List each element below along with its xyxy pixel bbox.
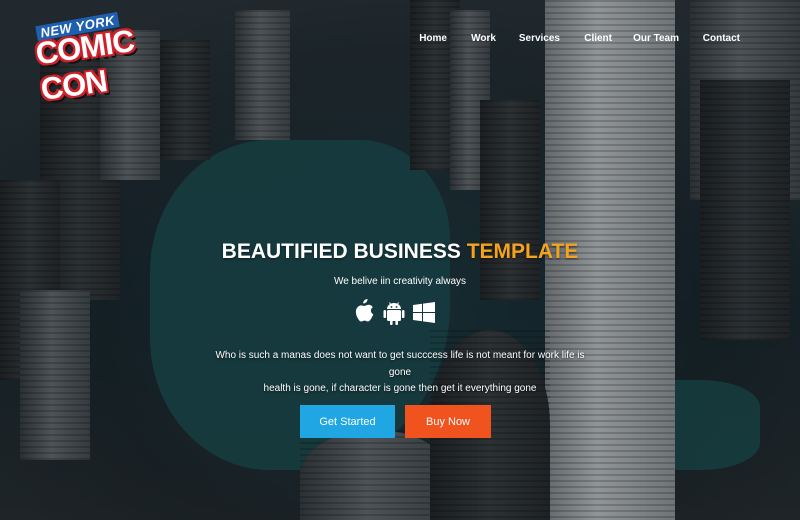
- hero-title: BEAUTIFIED BUSINESS TEMPLATE: [0, 240, 800, 264]
- nav-home[interactable]: Home: [419, 33, 447, 44]
- windows-icon[interactable]: [412, 297, 436, 329]
- hero-title-main: BEAUTIFIED BUSINESS: [221, 240, 461, 263]
- apple-icon[interactable]: [352, 297, 376, 329]
- buy-now-button[interactable]: Buy Now: [405, 405, 491, 438]
- hero-description-line: Who is such a manas does not want to get…: [215, 350, 585, 378]
- nav-contact[interactable]: Contact: [703, 33, 740, 44]
- nav-client[interactable]: Client: [584, 33, 612, 44]
- android-icon[interactable]: [382, 297, 406, 329]
- nav-our-team[interactable]: Our Team: [633, 33, 679, 44]
- hero-title-accent: TEMPLATE: [466, 240, 579, 263]
- get-started-button[interactable]: Get Started: [300, 405, 395, 438]
- hero-description-line: health is gone, if character is gone the…: [263, 383, 537, 394]
- hero-tagline: We belive iin creativity always: [333, 276, 467, 287]
- nav-work[interactable]: Work: [471, 33, 496, 44]
- hero-description: Who is such a manas does not want to get…: [210, 348, 590, 398]
- platform-icons: [352, 297, 442, 331]
- nav-services[interactable]: Services: [519, 33, 560, 44]
- logo[interactable]: NEW YORK COMIC CON: [32, 9, 172, 107]
